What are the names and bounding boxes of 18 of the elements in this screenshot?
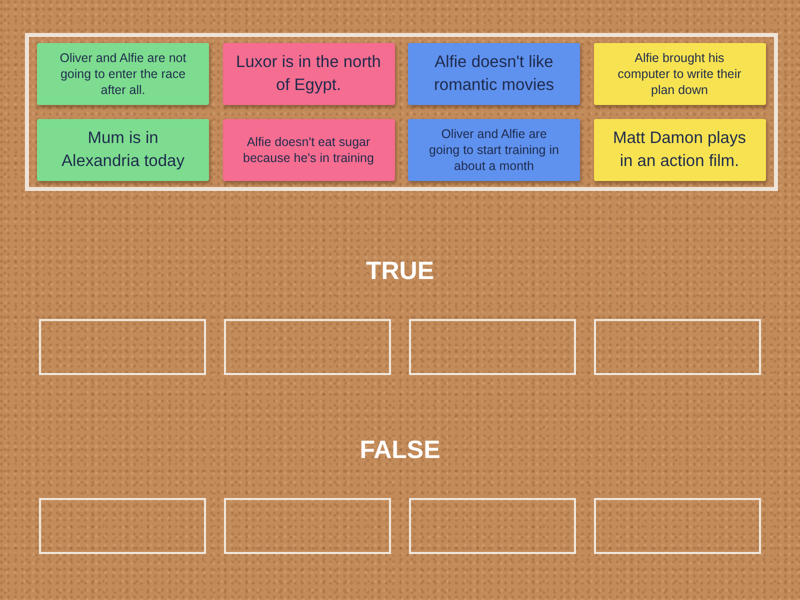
drop-zone[interactable] <box>594 319 761 375</box>
sticky-note[interactable]: Alfie doesn't like romantic movies <box>408 43 580 105</box>
group-title: FALSE <box>360 435 440 465</box>
drop-zone[interactable] <box>594 498 761 554</box>
group-title: TRUE <box>366 256 434 286</box>
drop-zone[interactable] <box>224 319 391 375</box>
sticky-note[interactable]: Oliver and Alfie are going to start training in about a month <box>408 119 580 181</box>
drop-zone[interactable] <box>224 498 391 554</box>
sticky-note[interactable]: Alfie brought his computer to write their plan down <box>594 43 766 105</box>
sticky-note[interactable]: Oliver and Alfie are not going to enter the race after all. <box>37 43 209 105</box>
sticky-note[interactable]: Matt Damon plays in an action film. <box>594 119 766 181</box>
sticky-note[interactable]: Luxor is in the north of Egypt. <box>222 43 394 105</box>
drop-zone[interactable] <box>39 498 206 554</box>
sticky-note[interactable]: Alfie doesn't eat sugar because he's in training <box>222 119 394 181</box>
drop-zone[interactable] <box>409 498 576 554</box>
drop-zone[interactable] <box>39 319 206 375</box>
drop-zone[interactable] <box>409 319 576 375</box>
sticky-note[interactable]: Mum is in Alexandria today <box>37 119 209 181</box>
